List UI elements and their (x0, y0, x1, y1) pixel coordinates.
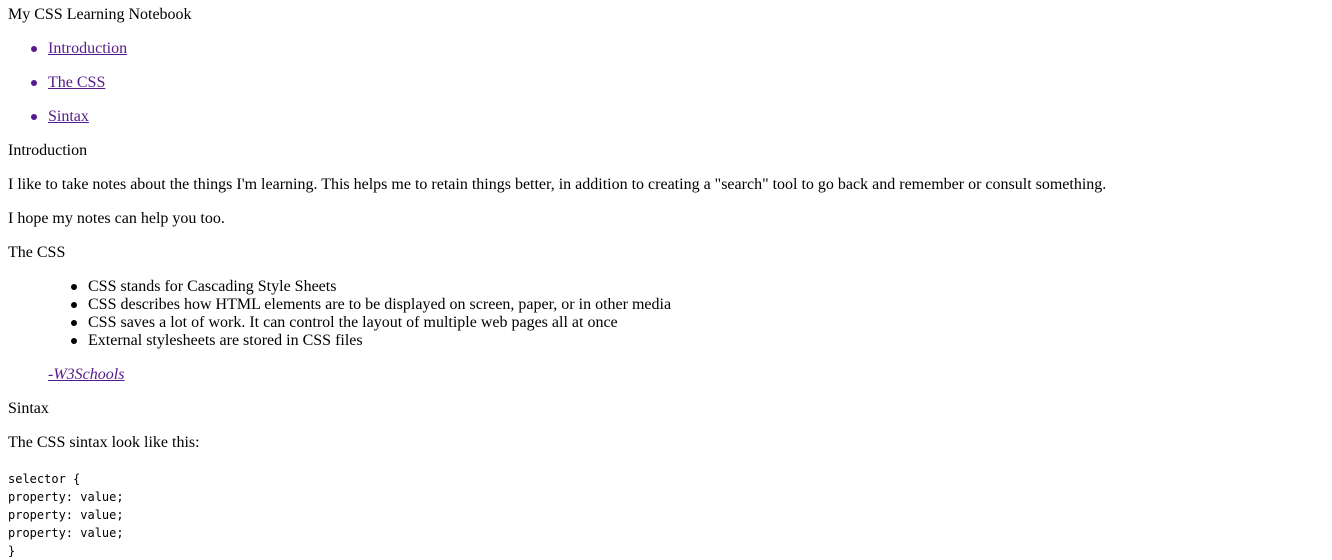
nav-item-introduction: Introduction (8, 40, 127, 58)
bullet-icon (31, 114, 37, 120)
nav-link-the-css[interactable]: The CSS (48, 74, 105, 91)
section-heading-introduction: Introduction (8, 142, 88, 159)
quote-list-item: CSS saves a lot of work. It can control … (48, 314, 671, 332)
code-line: property: value; (8, 490, 124, 504)
blockquote-list: CSS stands for Cascading Style Sheets CS… (48, 278, 671, 350)
bullet-icon (71, 338, 77, 344)
quote-list-item: CSS stands for Cascading Style Sheets (48, 278, 671, 296)
quote-item-text: External stylesheets are stored in CSS f… (88, 332, 363, 349)
quote-list-item: CSS describes how HTML elements are to b… (48, 296, 671, 314)
section-heading-the-css: The CSS (8, 244, 66, 261)
bullet-icon (71, 320, 77, 326)
intro-paragraph: I like to take notes about the things I'… (8, 176, 1107, 193)
nav-item-the-css: The CSS (8, 74, 127, 92)
nav-link-sintax[interactable]: Sintax (48, 108, 89, 125)
code-line: } (8, 544, 16, 558)
bullet-icon (71, 302, 77, 308)
nav-link-introduction[interactable]: Introduction (48, 40, 127, 57)
source-citation-link[interactable]: -W3Schools (48, 366, 124, 384)
quote-list-item: External stylesheets are stored in CSS f… (48, 332, 671, 350)
bullet-icon (31, 46, 37, 52)
quote-item-text: CSS saves a lot of work. It can control … (88, 314, 618, 331)
code-line: property: value; (8, 508, 124, 522)
bullet-icon (31, 80, 37, 86)
nav-item-sintax: Sintax (8, 108, 127, 126)
section-heading-sintax: Sintax (8, 400, 49, 417)
sintax-paragraph: The CSS sintax look like this: (8, 434, 200, 451)
intro-paragraph-2: I hope my notes can help you too. (8, 210, 225, 227)
quote-item-text: CSS stands for Cascading Style Sheets (88, 278, 337, 295)
code-line: selector { (8, 472, 81, 486)
nav-list: Introduction The CSS Sintax (8, 40, 127, 142)
code-block: selector { property: value; property: valu… (8, 470, 124, 560)
quote-item-text: CSS describes how HTML elements are to b… (88, 296, 672, 313)
code-line: property: value; (8, 526, 124, 540)
bullet-icon (71, 284, 77, 290)
page-title: My CSS Learning Notebook (8, 6, 192, 23)
